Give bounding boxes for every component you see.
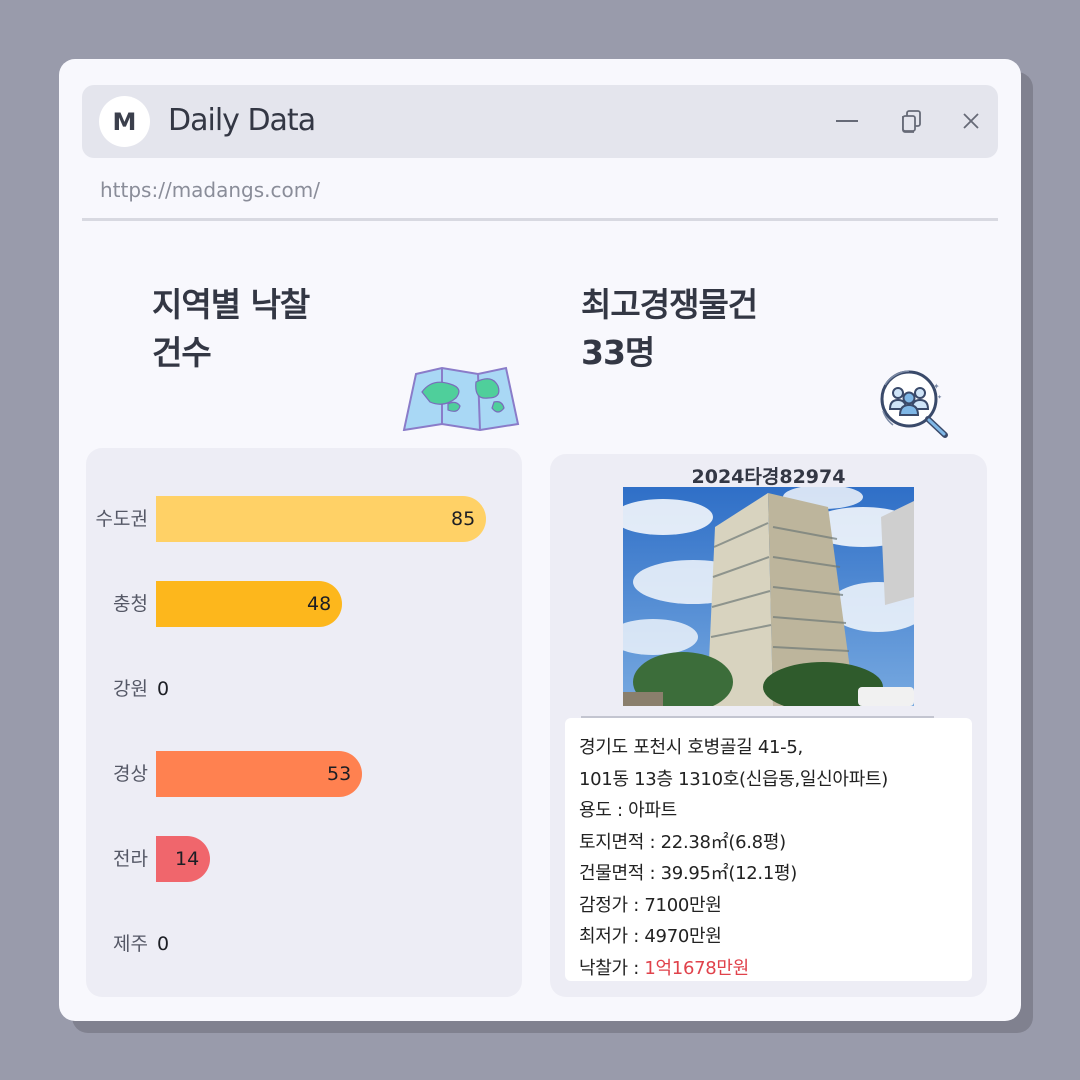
map-icon xyxy=(402,366,520,431)
bar-value-label: 85 xyxy=(451,508,476,530)
restore-icon xyxy=(902,110,921,133)
bar xyxy=(156,496,486,542)
building-area: 건물면적 : 39.95㎡(12.1평) xyxy=(579,863,797,884)
bar-row: 강원 0 xyxy=(86,666,521,712)
url-divider xyxy=(82,218,998,221)
usage: 용도 : 아파트 xyxy=(579,800,677,821)
property-info: 경기도 포천시 호병골길 41-5, 101동 13층 1310호(신읍동,일신… xyxy=(565,718,972,981)
appraisal-price: 감정가 : 7100만원 xyxy=(579,894,722,916)
right-heading-line2: 33명 xyxy=(581,333,655,372)
case-number[interactable]: 2024타경82974 xyxy=(550,462,987,489)
land-area: 토지면적 : 22.38㎡(6.8평) xyxy=(579,831,786,853)
bar-category-label: 전라 xyxy=(113,848,148,870)
minimize-button[interactable] xyxy=(831,105,863,137)
bar-value-label: 0 xyxy=(157,678,170,700)
left-heading-line1: 지역별 낙찰 xyxy=(152,285,310,324)
region-chart-panel: 수도권 85 충청 48 강원 0 경상 53 전라 14 제주 0 xyxy=(86,448,522,997)
bar-category-label: 수도권 xyxy=(95,508,148,530)
people-search-icon: ✦ ✦ xyxy=(880,370,948,438)
right-heading: 최고경쟁물건 33명 xyxy=(581,281,758,377)
restore-button[interactable] xyxy=(895,105,927,137)
bar-category-label: 충청 xyxy=(113,593,148,615)
close-button[interactable] xyxy=(955,105,987,137)
svg-text:✦: ✦ xyxy=(933,382,940,391)
minimum-price: 최저가 : 4970만원 xyxy=(579,926,722,947)
bar-value-label: 0 xyxy=(157,933,170,955)
app-window: M Daily Data https://madangs.com/ 지역별 낙찰… xyxy=(59,59,1021,1021)
address-line2: 101동 13층 1310호(신읍동,일신아파트) xyxy=(579,768,888,790)
bar-row: 충청 48 xyxy=(86,581,521,627)
svg-text:✦: ✦ xyxy=(937,394,942,401)
address-line1: 경기도 포천시 호병골길 41-5, xyxy=(579,737,803,758)
close-icon xyxy=(963,113,979,129)
title-bar: M Daily Data xyxy=(82,85,998,158)
bar-category-label: 강원 xyxy=(113,678,148,700)
url-text[interactable]: https://madangs.com/ xyxy=(100,178,320,202)
bar-value-label: 48 xyxy=(307,593,332,615)
minimize-icon xyxy=(836,120,858,122)
property-photo xyxy=(623,487,914,706)
app-logo: M xyxy=(99,96,150,147)
bar-row: 제주 0 xyxy=(86,921,521,967)
bar-row: 수도권 85 xyxy=(86,496,521,542)
right-heading-line1: 최고경쟁물건 xyxy=(581,285,758,324)
left-heading-line2: 건수 xyxy=(152,333,212,372)
bar-category-label: 경상 xyxy=(113,763,148,785)
winning-bid: 낙찰가 : 1억1678만원 xyxy=(579,953,958,985)
bar-value-label: 14 xyxy=(175,848,200,870)
app-title: Daily Data xyxy=(168,103,316,138)
winning-bid-label: 낙찰가 : xyxy=(579,957,645,979)
bar-row: 경상 53 xyxy=(86,751,521,797)
bar-category-label: 제주 xyxy=(113,933,148,955)
left-heading: 지역별 낙찰 건수 xyxy=(152,281,310,377)
bar-row: 전라 14 xyxy=(86,836,521,882)
bar-value-label: 53 xyxy=(327,763,352,785)
property-card: 2024타경82974 경기도 포천시 호병골길 41-5, 101동 13층 … xyxy=(550,454,987,997)
winning-bid-price: 1억1678만원 xyxy=(644,957,749,979)
